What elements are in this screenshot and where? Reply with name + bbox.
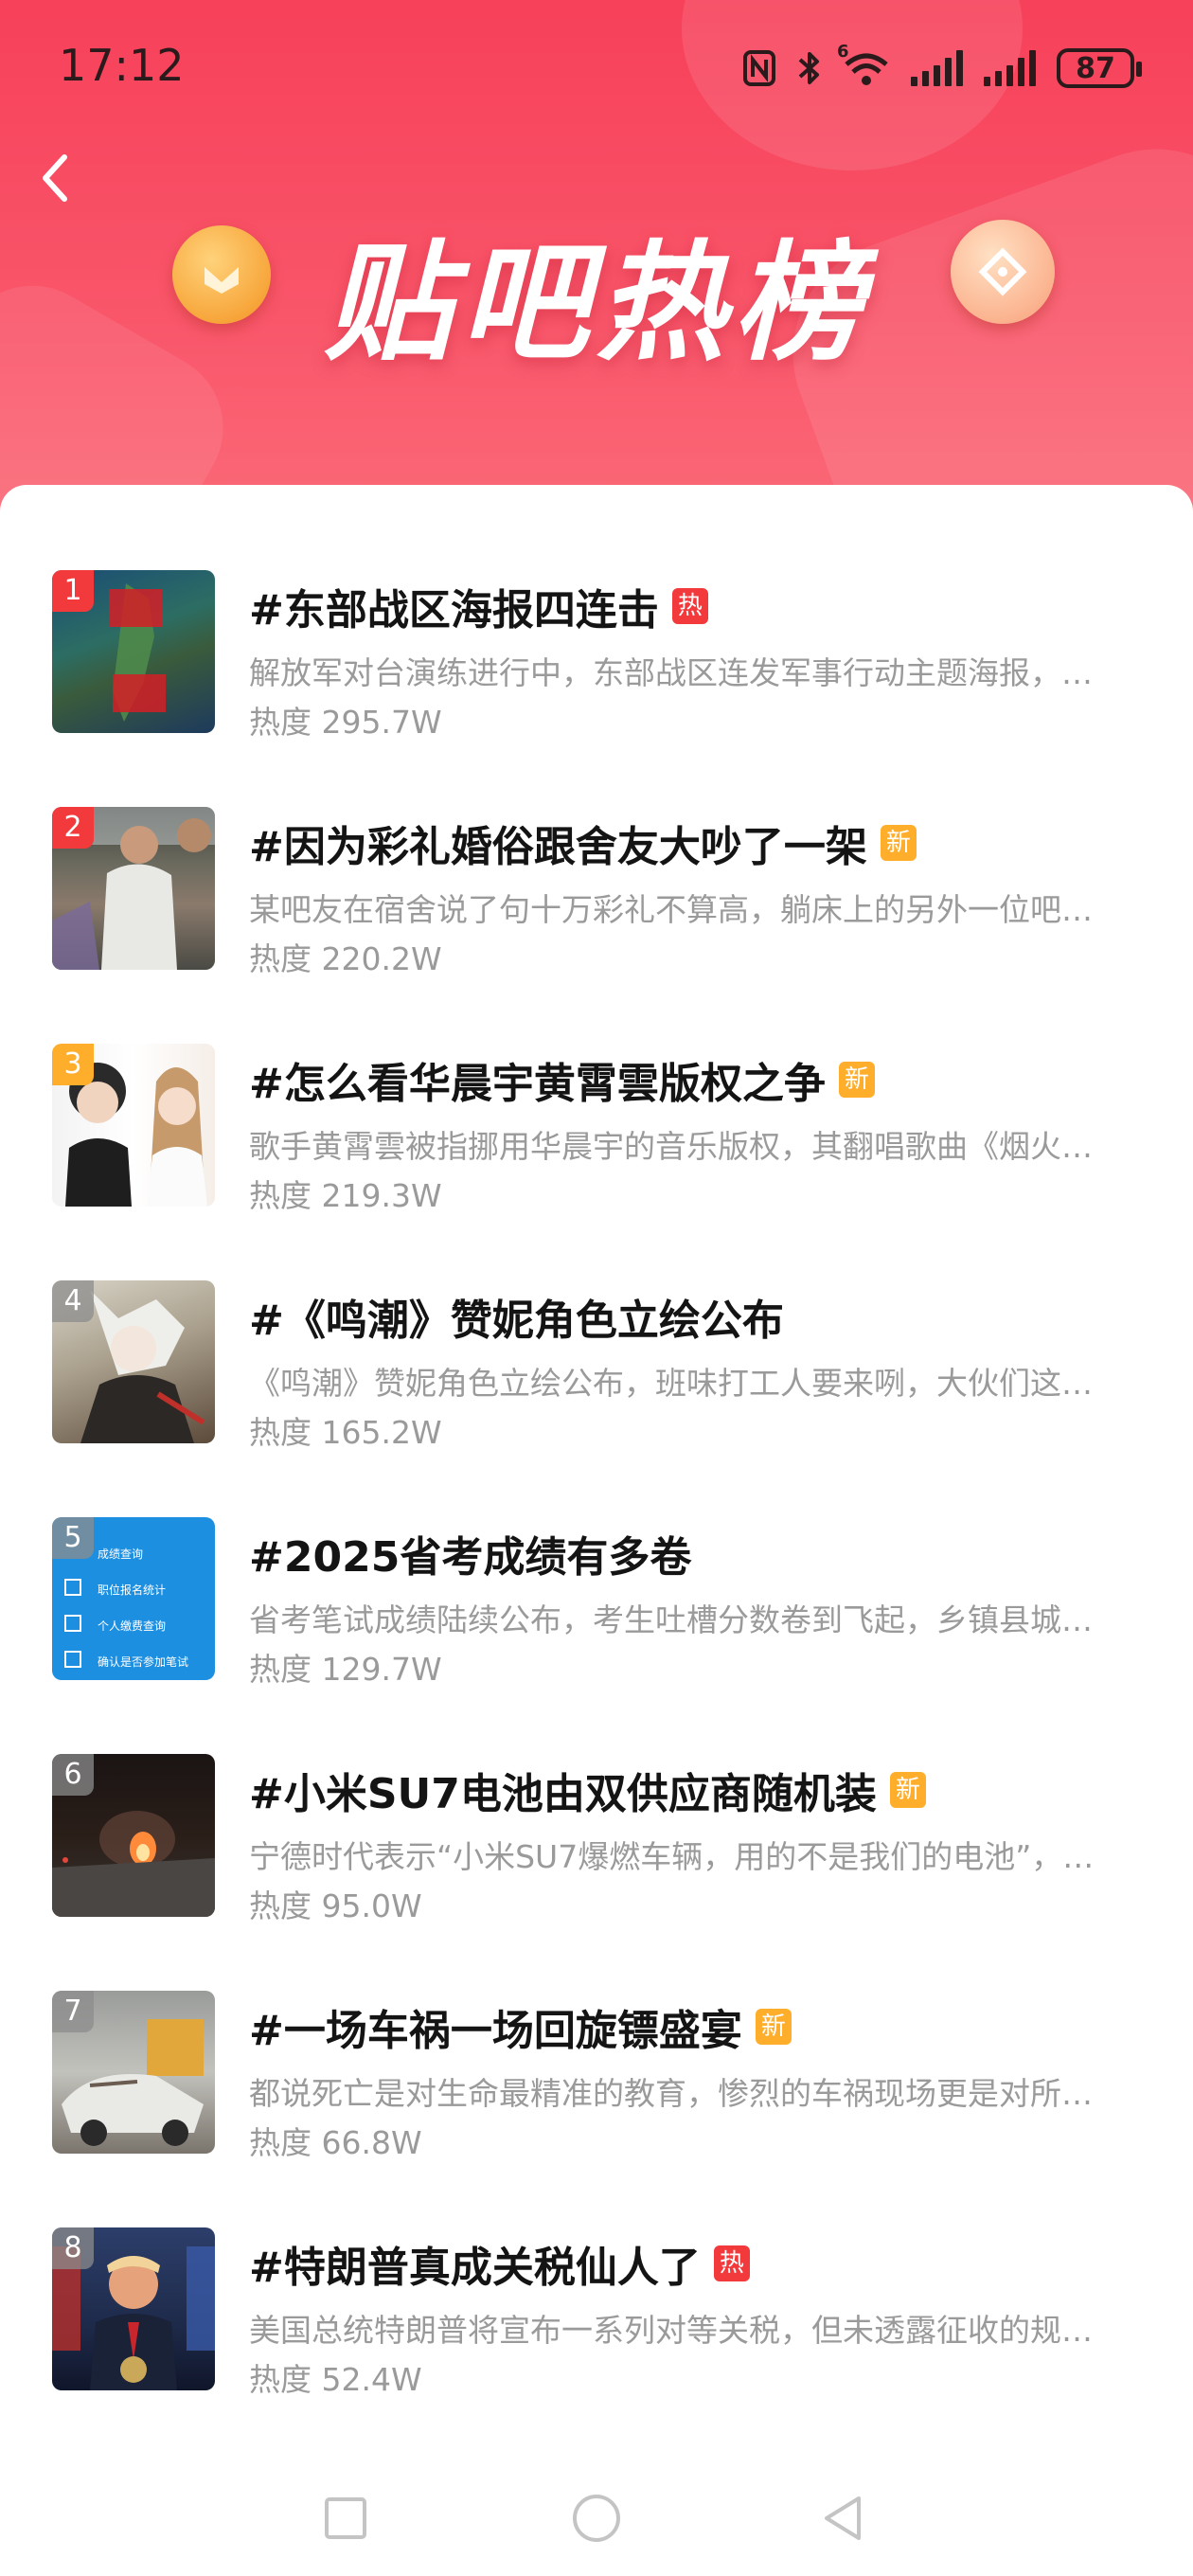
item-title[interactable]: #特朗普真成关税仙人了 热 xyxy=(249,2233,750,2294)
rank-badge: 4 xyxy=(52,1280,94,1322)
list-item[interactable]: 成绩查询 职位报名统计 个人缴费查询 确认是否参加笔试 5 #2025省考成绩有… xyxy=(0,1517,1193,1754)
item-description: 某吧友在宿舍说了句十万彩礼不算高，躺床上的另外一位吧… xyxy=(249,891,1093,928)
hot-tag: 热 xyxy=(713,2245,750,2281)
item-description: 美国总统特朗普将宣布一系列对等关税，但未透露征收的规… xyxy=(249,2312,1093,2349)
signal-icon xyxy=(984,50,1036,86)
item-description: 宁德时代表示“小米SU7爆燃车辆，用的不是我们的电池”，… xyxy=(249,1838,1095,1875)
item-thumbnail: 1 xyxy=(52,570,215,733)
item-thumbnail: 4 xyxy=(52,1280,215,1443)
item-title[interactable]: #2025省考成绩有多卷 xyxy=(249,1523,691,1583)
item-thumbnail: 8 xyxy=(52,2227,215,2390)
item-thumbnail: 6 xyxy=(52,1754,215,1917)
item-heat: 热度 219.3W xyxy=(249,1177,442,1214)
list-item[interactable]: 3 #怎么看华晨宇黄霄雲版权之争 新 歌手黄霄雲被指挪用华晨宇的音乐版权，其翻唱… xyxy=(0,1044,1193,1280)
rank-badge: 3 xyxy=(52,1044,94,1085)
rank-badge: 5 xyxy=(52,1517,94,1559)
item-title[interactable]: #小米SU7电池由双供应商随机装 新 xyxy=(249,1760,926,1820)
item-title[interactable]: #因为彩礼婚俗跟舍友大吵了一架 新 xyxy=(249,813,917,873)
rank-badge: 6 xyxy=(52,1754,94,1796)
item-heat: 热度 52.4W xyxy=(249,2361,422,2398)
item-thumbnail: 成绩查询 职位报名统计 个人缴费查询 确认是否参加笔试 5 xyxy=(52,1517,215,1680)
status-icons: 6 87 xyxy=(742,42,1142,95)
item-title-text: #《鸣潮》赞妮角色立绘公布 xyxy=(249,1297,784,1345)
item-title-text: #2025省考成绩有多卷 xyxy=(249,1533,692,1582)
battery-icon: 87 xyxy=(1057,48,1142,88)
header-banner: 17:12 6 87 贴吧热榜 xyxy=(0,0,1193,530)
item-title-text: #特朗普真成关税仙人了 xyxy=(249,2244,701,2292)
rank-badge: 8 xyxy=(52,2227,94,2269)
item-heat: 热度 295.7W xyxy=(249,704,442,741)
back-triangle-icon xyxy=(825,2496,861,2540)
hot-list-card: 1 #东部战区海报四连击 热 解放军对台演练进行中，东部战区连发军事行动主题海报… xyxy=(0,485,1193,2576)
item-thumbnail: 2 xyxy=(52,807,215,970)
item-thumbnail: 3 xyxy=(52,1044,215,1207)
rank-badge: 1 xyxy=(52,570,94,612)
rank-badge: 7 xyxy=(52,1991,94,2032)
nfc-icon xyxy=(743,50,775,86)
item-description: 都说死亡是对生命最精准的教育，惨烈的车祸现场更是对所… xyxy=(249,2075,1093,2112)
item-heat: 热度 95.0W xyxy=(249,1887,422,1924)
new-tag: 新 xyxy=(880,825,917,861)
item-heat: 热度 129.7W xyxy=(249,1651,442,1688)
wifi-icon: 6 xyxy=(837,42,890,87)
hot-tag: 热 xyxy=(671,588,708,624)
signal-icon xyxy=(911,50,963,86)
list-item[interactable]: 2 #因为彩礼婚俗跟舍友大吵了一架 新 某吧友在宿舍说了句十万彩礼不算高，躺床上… xyxy=(0,807,1193,1044)
new-tag: 新 xyxy=(889,1772,926,1808)
item-heat: 热度 66.8W xyxy=(249,2124,422,2161)
network-type-label: 6 xyxy=(837,42,849,62)
system-nav-bar xyxy=(0,2462,1193,2576)
item-description: 解放军对台演练进行中，东部战区连发军事行动主题海报，… xyxy=(249,654,1093,691)
item-title-text: #怎么看华晨宇黄霄雲版权之争 xyxy=(249,1060,826,1108)
new-tag: 新 xyxy=(755,2009,792,2045)
list-item[interactable]: 4 #《鸣潮》赞妮角色立绘公布 《鸣潮》赞妮角色立绘公布，班味打工人要来咧，大伙… xyxy=(0,1280,1193,1517)
recents-square-icon xyxy=(325,2497,366,2539)
item-thumbnail: 7 xyxy=(52,1991,215,2154)
page-title: 贴吧热榜 xyxy=(324,229,869,379)
list-item[interactable]: 6 #小米SU7电池由双供应商随机装 新 宁德时代表示“小米SU7爆燃车辆，用的… xyxy=(0,1754,1193,1991)
item-description: 《鸣潮》赞妮角色立绘公布，班味打工人要来咧，大伙们这… xyxy=(249,1365,1093,1402)
item-title[interactable]: #一场车祸一场回旋镖盛宴 新 xyxy=(249,1996,792,2057)
list-item[interactable]: 8 #特朗普真成关税仙人了 热 美国总统特朗普将宣布一系列对等关税，但未透露征收… xyxy=(0,2227,1193,2464)
item-title[interactable]: #怎么看华晨宇黄霄雲版权之争 新 xyxy=(249,1049,875,1110)
item-title-text: #东部战区海报四连击 xyxy=(249,586,659,635)
list-item[interactable]: 7 #一场车祸一场回旋镖盛宴 新 都说死亡是对生命最精准的教育，惨烈的车祸现场更… xyxy=(0,1991,1193,2227)
home-circle-icon xyxy=(573,2495,620,2542)
bluetooth-icon xyxy=(798,52,819,84)
item-title-text: #小米SU7电池由双供应商随机装 xyxy=(249,1770,877,1818)
recents-button[interactable] xyxy=(312,2485,379,2551)
back-nav-button[interactable] xyxy=(810,2485,876,2551)
item-description: 歌手黄霄雲被指挪用华晨宇的音乐版权，其翻唱歌曲《烟火… xyxy=(249,1128,1093,1165)
item-heat: 热度 165.2W xyxy=(249,1414,442,1451)
list-item[interactable]: 1 #东部战区海报四连击 热 解放军对台演练进行中，东部战区连发军事行动主题海报… xyxy=(0,570,1193,807)
item-title-text: #一场车祸一场回旋镖盛宴 xyxy=(249,2007,742,2055)
home-button[interactable] xyxy=(563,2485,630,2551)
item-title-text: #因为彩礼婚俗跟舍友大吵了一架 xyxy=(249,823,867,871)
battery-level: 87 xyxy=(1076,51,1115,85)
new-tag: 新 xyxy=(838,1062,875,1098)
item-description: 省考笔试成绩陆续公布，考生吐槽分数卷到飞起，乡镇县城… xyxy=(249,1601,1093,1638)
item-title[interactable]: #《鸣潮》赞妮角色立绘公布 xyxy=(249,1286,784,1347)
item-title[interactable]: #东部战区海报四连击 热 xyxy=(249,576,708,636)
status-bar: 17:12 6 87 xyxy=(0,0,1193,133)
rank-badge: 2 xyxy=(52,807,94,849)
status-time: 17:12 xyxy=(59,40,185,91)
item-heat: 热度 220.2W xyxy=(249,940,442,977)
